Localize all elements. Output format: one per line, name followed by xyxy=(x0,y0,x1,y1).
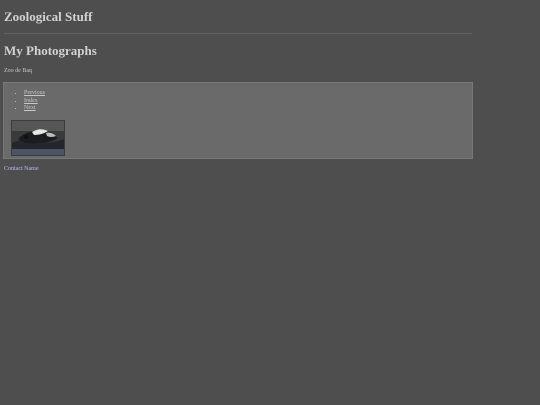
header-divider xyxy=(4,33,472,34)
animal-photo-image xyxy=(12,121,64,155)
album-name: Zoo de Baq xyxy=(4,68,32,74)
contact-link[interactable]: Contact Name xyxy=(4,166,39,172)
nav-item-previous: Previous xyxy=(24,90,45,98)
photo-nav: Previous Index Next xyxy=(14,90,45,113)
previous-link[interactable]: Previous xyxy=(24,90,45,96)
photo-thumbnail[interactable] xyxy=(11,120,65,156)
page-title: My Photographs xyxy=(4,43,97,58)
site-title: Zoological Stuff xyxy=(4,9,93,24)
nav-item-next: Next xyxy=(24,105,45,113)
gallery-panel: Previous Index Next xyxy=(3,82,473,159)
nav-item-index: Index xyxy=(24,98,45,106)
index-link[interactable]: Index xyxy=(24,98,38,104)
next-link[interactable]: Next xyxy=(24,105,36,111)
